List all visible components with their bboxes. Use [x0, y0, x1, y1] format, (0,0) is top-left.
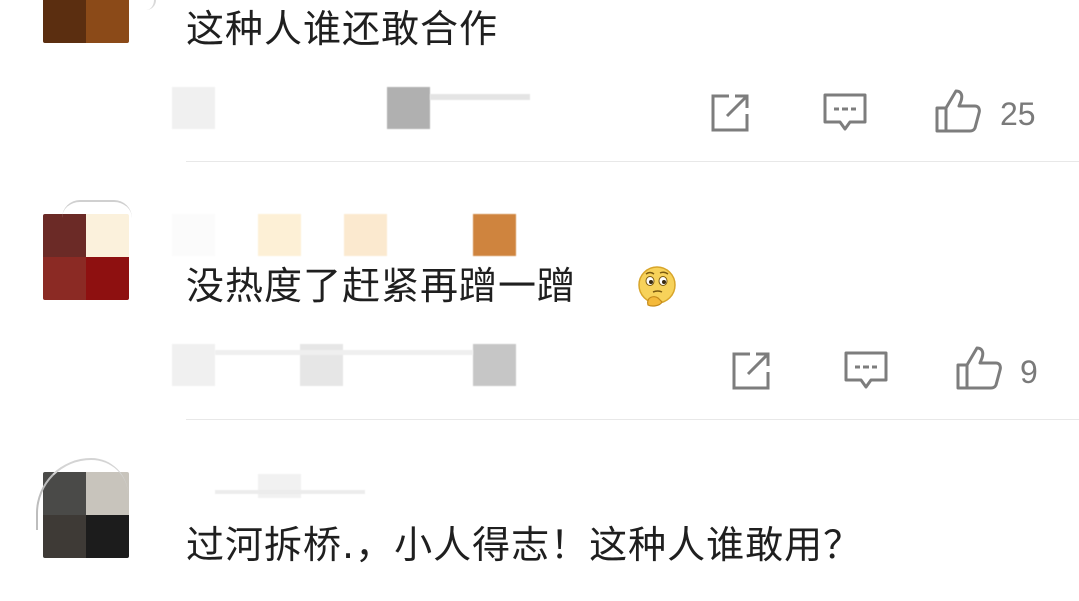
username-blurred	[258, 214, 301, 256]
comment-meta-blurred	[172, 344, 215, 386]
reply-icon[interactable]	[822, 92, 868, 134]
thinking-face-emoji	[638, 266, 676, 307]
comment-text: 这种人谁还敢合作	[186, 7, 499, 51]
username-blurred	[258, 474, 301, 498]
comment-meta-blurred	[215, 350, 473, 355]
avatar[interactable]	[43, 0, 129, 43]
divider	[186, 161, 1079, 162]
thumbs-up-icon[interactable]	[955, 345, 1003, 391]
comment-text-content: 没热度了赶紧再蹭一蹭	[186, 264, 577, 308]
comment-text: 没热度了赶紧再蹭一蹭	[186, 263, 576, 309]
like-count: 9	[1020, 354, 1038, 390]
avatar-edge	[36, 458, 128, 530]
comment-meta-blurred	[430, 94, 530, 100]
username-blurred	[473, 214, 516, 256]
divider	[186, 419, 1079, 420]
username-blurred	[215, 490, 365, 494]
comment-meta-blurred	[473, 344, 516, 386]
comment-meta-blurred	[172, 87, 215, 129]
reply-icon[interactable]	[843, 350, 889, 392]
share-icon[interactable]	[730, 350, 774, 392]
avatar-edge	[140, 0, 156, 10]
share-icon[interactable]	[709, 92, 753, 134]
comment-meta-blurred	[387, 87, 430, 129]
like-count: 25	[1000, 96, 1036, 132]
avatar-edge	[62, 200, 132, 218]
username-blurred	[344, 214, 387, 256]
username-blurred	[172, 214, 215, 256]
thumbs-up-icon[interactable]	[934, 88, 982, 134]
comment-text: 过河拆桥.，小人得志！这种人谁敢用？	[186, 523, 863, 567]
avatar[interactable]	[43, 214, 129, 300]
